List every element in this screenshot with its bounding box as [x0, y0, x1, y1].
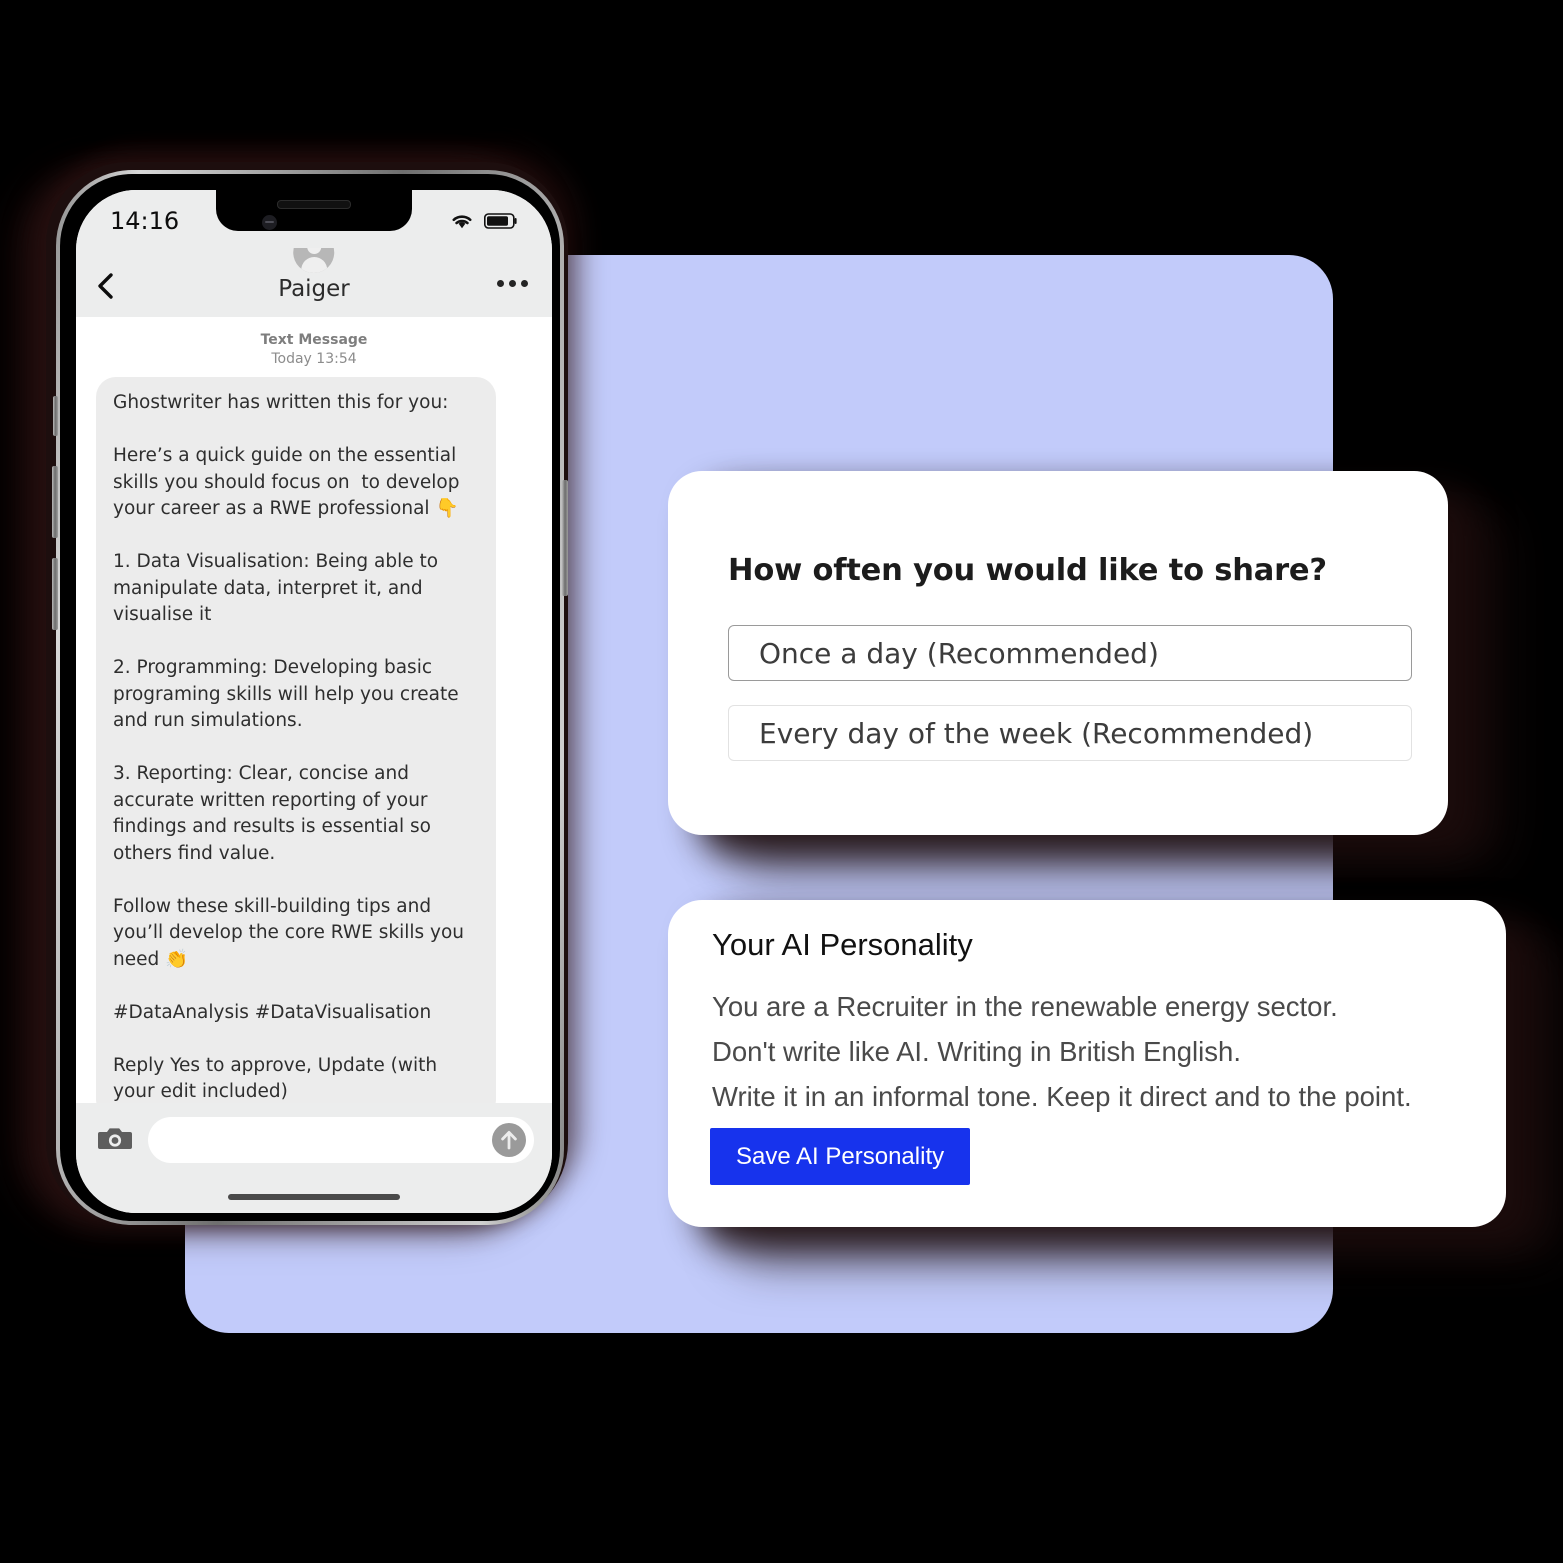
home-indicator [228, 1194, 400, 1200]
status-indicators [449, 207, 518, 231]
ai-personality-line: Write it in an informal tone. Keep it di… [712, 1081, 1412, 1112]
silence-switch-button[interactable] [53, 396, 58, 436]
save-ai-personality-button[interactable]: Save AI Personality [710, 1128, 971, 1185]
phone-bezel: 14:16 Paiger Text Message Today 13:54 Gh… [60, 174, 560, 1221]
power-button[interactable] [562, 480, 568, 596]
volume-up-button[interactable] [52, 466, 58, 538]
conversation-nav-bar: Paiger [76, 232, 552, 317]
send-arrow-up-icon[interactable] [492, 1123, 526, 1157]
message-row: Ghostwriter has written this for you: He… [76, 369, 552, 1103]
message-timestamp: Text Message Today 13:54 [76, 317, 552, 369]
phone-screen: 14:16 Paiger Text Message Today 13:54 Gh… [76, 190, 552, 1213]
camera-icon[interactable] [98, 1125, 134, 1153]
ai-personality-line: You are a Recruiter in the renewable ene… [712, 991, 1338, 1022]
share-frequency-title: How often you would like to share? [728, 553, 1327, 588]
chevron-left-icon[interactable] [94, 272, 116, 300]
ai-personality-text: You are a Recruiter in the renewable ene… [712, 984, 1492, 1119]
more-options-icon[interactable] [497, 280, 528, 287]
ai-personality-line: Don't write like AI. Writing in British … [712, 1036, 1241, 1067]
message-bubble-incoming: Ghostwriter has written this for you: He… [91, 377, 496, 1103]
share-days-select[interactable]: Every day of the week (Recommended) [728, 705, 1412, 761]
share-frequency-select[interactable]: Once a day (Recommended) [728, 625, 1412, 681]
share-frequency-select-value: Once a day (Recommended) [759, 636, 1159, 670]
share-days-select-value: Every day of the week (Recommended) [759, 716, 1314, 750]
phone-notch [216, 190, 412, 231]
message-time-label: Today 13:54 [271, 351, 357, 367]
battery-icon [484, 213, 517, 229]
message-input[interactable] [148, 1117, 534, 1163]
front-camera-icon [262, 215, 277, 230]
ai-personality-card: Your AI Personality You are a Recruiter … [668, 900, 1506, 1227]
message-type-label: Text Message [260, 332, 368, 348]
phone-frame: 14:16 Paiger Text Message Today 13:54 Gh… [52, 170, 568, 1225]
ai-personality-title: Your AI Personality [712, 927, 973, 962]
wifi-icon [452, 215, 472, 229]
conversation-thread[interactable]: Text Message Today 13:54 Ghostwriter has… [76, 317, 552, 1103]
status-time: 14:16 [110, 207, 180, 235]
contact-name: Paiger [278, 276, 350, 302]
earpiece-speaker-icon [277, 200, 351, 209]
phone-mockup: 14:16 Paiger Text Message Today 13:54 Gh… [46, 162, 568, 1225]
volume-down-button[interactable] [52, 558, 58, 630]
